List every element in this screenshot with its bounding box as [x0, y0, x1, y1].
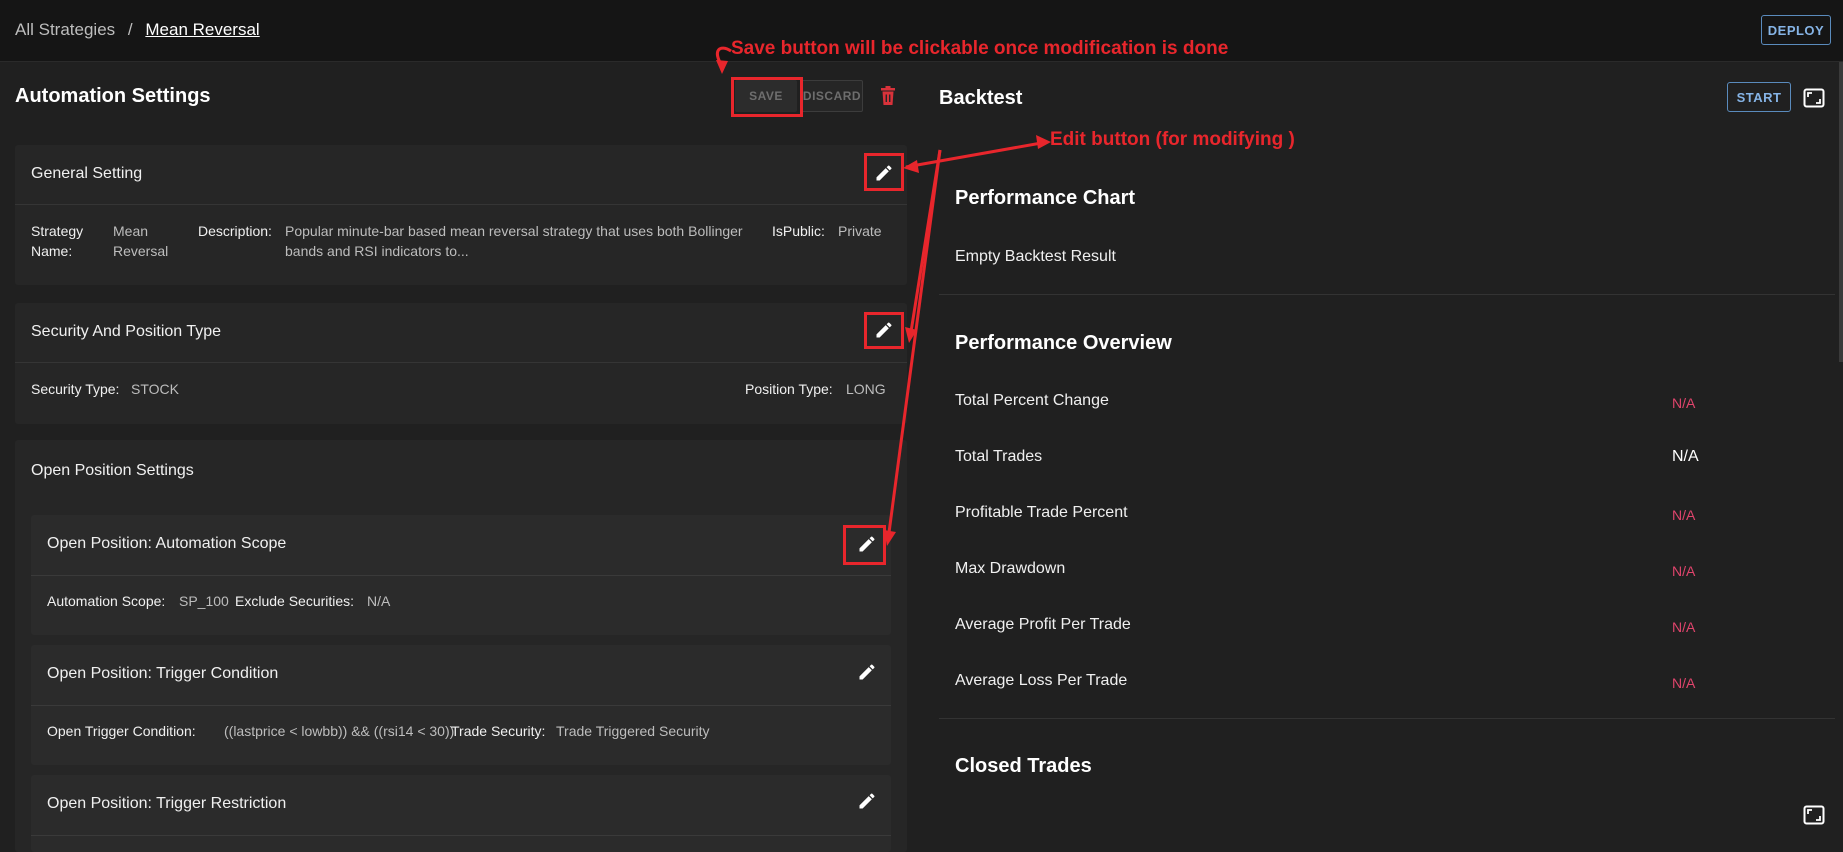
section-divider: [939, 718, 1835, 719]
average-profit-per-trade-value: N/A: [1672, 619, 1696, 635]
average-loss-per-trade-label: Average Loss Per Trade: [955, 672, 1128, 689]
trigger-condition-pencil-icon[interactable]: [857, 662, 877, 682]
automation-settings-title: Automation Settings: [15, 85, 211, 107]
ispublic-label: IsPublic:: [772, 223, 825, 239]
general-setting-header: General Setting: [15, 145, 907, 205]
position-type-label: Position Type:: [745, 381, 833, 397]
automation-scope-value: SP_100: [179, 593, 229, 609]
trigger-condition-card: Open Position: Trigger Condition Open Tr…: [31, 645, 891, 765]
save-highlight-box: [731, 77, 803, 117]
max-drawdown-value: N/A: [1672, 563, 1696, 579]
section-divider: [939, 294, 1835, 295]
trigger-condition-title: Open Position: Trigger Condition: [47, 665, 279, 682]
breadcrumb: All Strategies / Mean Reversal: [15, 20, 260, 40]
trigger-restriction-title: Open Position: Trigger Restriction: [47, 795, 287, 812]
description-value-line2: bands and RSI indicators to...: [285, 243, 469, 259]
backtest-title: Backtest: [939, 87, 1023, 109]
open-trigger-condition-value: ((lastprice < lowbb)) && ((rsi14 < 30)): [224, 723, 455, 739]
trade-security-label: Trade Security:: [451, 723, 546, 739]
exclude-securities-label: Exclude Securities:: [235, 593, 355, 609]
description-value-line1: Popular minute-bar based mean reversal s…: [285, 223, 743, 239]
trigger-restriction-card: Open Position: Trigger Restriction: [31, 775, 891, 852]
save-annotation-text: Save button will be clickable once modif…: [731, 38, 1229, 59]
profitable-trade-percent-value: N/A: [1672, 507, 1696, 523]
strategy-name-label-line1: Strategy: [31, 223, 84, 239]
strategy-name-value-line2: Reversal: [113, 243, 169, 259]
automation-scope-label: Automation Scope:: [47, 593, 166, 609]
average-profit-per-trade-label: Average Profit Per Trade: [955, 616, 1131, 633]
trigger-condition-header: Open Position: Trigger Condition: [31, 645, 891, 706]
description-label: Description:: [198, 223, 272, 239]
open-position-settings-title: Open Position Settings: [31, 462, 194, 479]
general-setting-card: General Setting Strategy Name: Mean Reve…: [15, 145, 907, 285]
average-loss-per-trade-value: N/A: [1672, 675, 1696, 691]
trash-icon[interactable]: [880, 86, 896, 106]
expand-icon[interactable]: [1803, 87, 1825, 109]
deploy-button[interactable]: DEPLOY: [1761, 15, 1831, 45]
security-type-label: Security Type:: [31, 381, 120, 397]
total-percent-change-value: N/A: [1672, 395, 1696, 411]
start-button[interactable]: START: [1727, 82, 1791, 112]
edit-highlight-box: [864, 312, 904, 349]
performance-overview-title: Performance Overview: [955, 332, 1172, 354]
breadcrumb-current-link[interactable]: Mean Reversal: [145, 20, 259, 39]
edit-highlight-box: [843, 525, 886, 565]
open-position-settings-card: Open Position Settings Open Position: Au…: [15, 440, 907, 852]
performance-chart-title: Performance Chart: [955, 187, 1136, 209]
strategy-name-label-line2: Name:: [31, 243, 73, 259]
automation-scope-title: Open Position: Automation Scope: [47, 535, 287, 552]
page-scrollbar[interactable]: [1839, 62, 1843, 362]
breadcrumb-root-link[interactable]: All Strategies: [15, 20, 115, 39]
security-type-value: STOCK: [131, 381, 179, 397]
profitable-trade-percent-label: Profitable Trade Percent: [955, 504, 1128, 521]
breadcrumb-separator: /: [127, 20, 133, 39]
general-setting-title: General Setting: [31, 165, 143, 182]
trigger-restriction-header: Open Position: Trigger Restriction: [31, 775, 891, 836]
ispublic-value: Private: [838, 223, 882, 239]
open-trigger-condition-label: Open Trigger Condition:: [47, 723, 196, 739]
edit-annotation-text: Edit button (for modifying ): [1050, 129, 1295, 150]
empty-backtest-result: Empty Backtest Result: [955, 248, 1116, 265]
trade-security-value: Trade Triggered Security: [556, 723, 710, 739]
automation-scope-header: Open Position: Automation Scope: [31, 515, 891, 576]
total-trades-label: Total Trades: [955, 448, 1043, 465]
position-type-value: LONG: [846, 381, 886, 397]
closed-trades-expand-icon[interactable]: [1803, 804, 1825, 826]
security-position-card: Security And Position Type Security Type…: [15, 303, 907, 424]
max-drawdown-label: Max Drawdown: [955, 560, 1066, 577]
security-position-title: Security And Position Type: [31, 323, 222, 340]
automation-scope-card: Open Position: Automation Scope Automati…: [31, 515, 891, 635]
closed-trades-title: Closed Trades: [955, 755, 1092, 777]
discard-button[interactable]: DISCARD: [801, 80, 863, 112]
strategy-name-value-line1: Mean: [113, 223, 149, 239]
security-position-header: Security And Position Type: [15, 303, 907, 363]
total-percent-change-label: Total Percent Change: [955, 392, 1109, 409]
exclude-securities-value: N/A: [367, 593, 391, 609]
edit-highlight-box: [864, 153, 904, 191]
total-trades-value: N/A: [1672, 448, 1699, 465]
trigger-restriction-pencil-icon[interactable]: [857, 791, 877, 811]
